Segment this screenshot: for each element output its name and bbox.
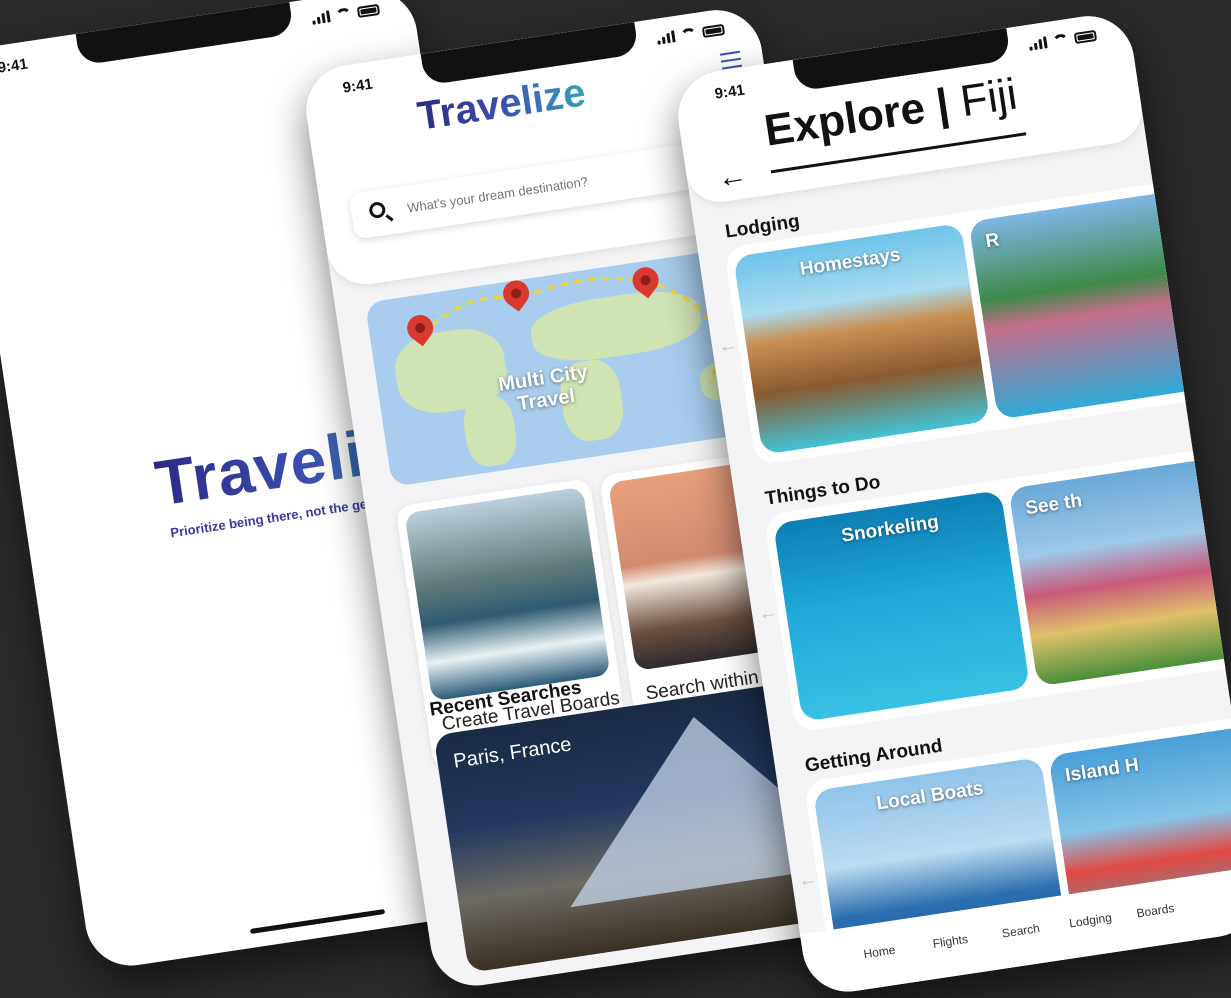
- signal-icon: [311, 10, 331, 25]
- status-icons: [311, 3, 381, 25]
- home-indicator[interactable]: [249, 908, 386, 934]
- wifi-icon: [679, 27, 698, 42]
- tab-search[interactable]: Search: [1001, 921, 1041, 940]
- search-icon: [368, 201, 387, 220]
- tab-home[interactable]: Home: [863, 943, 897, 962]
- battery-icon: [356, 3, 381, 18]
- sightseeing-card[interactable]: See th: [1008, 457, 1231, 687]
- wifi-icon: [1051, 33, 1070, 48]
- scroll-left-icon[interactable]: ←: [717, 333, 740, 359]
- surfer-image: [404, 486, 611, 702]
- notch: [75, 2, 295, 66]
- wifi-icon: [334, 7, 353, 22]
- scroll-left-icon[interactable]: ←: [796, 867, 819, 893]
- tab-lodging[interactable]: Lodging: [1068, 910, 1112, 930]
- status-time: 9:41: [0, 55, 29, 77]
- search-input[interactable]: [404, 152, 728, 217]
- resorts-card[interactable]: R: [968, 190, 1206, 420]
- tab-flights[interactable]: Flights: [932, 932, 969, 951]
- back-arrow-icon[interactable]: ←: [715, 158, 750, 196]
- homestays-card[interactable]: Homestays: [733, 222, 991, 455]
- snorkeling-card[interactable]: Snorkeling: [773, 489, 1031, 722]
- scroll-left-icon[interactable]: ←: [757, 600, 780, 626]
